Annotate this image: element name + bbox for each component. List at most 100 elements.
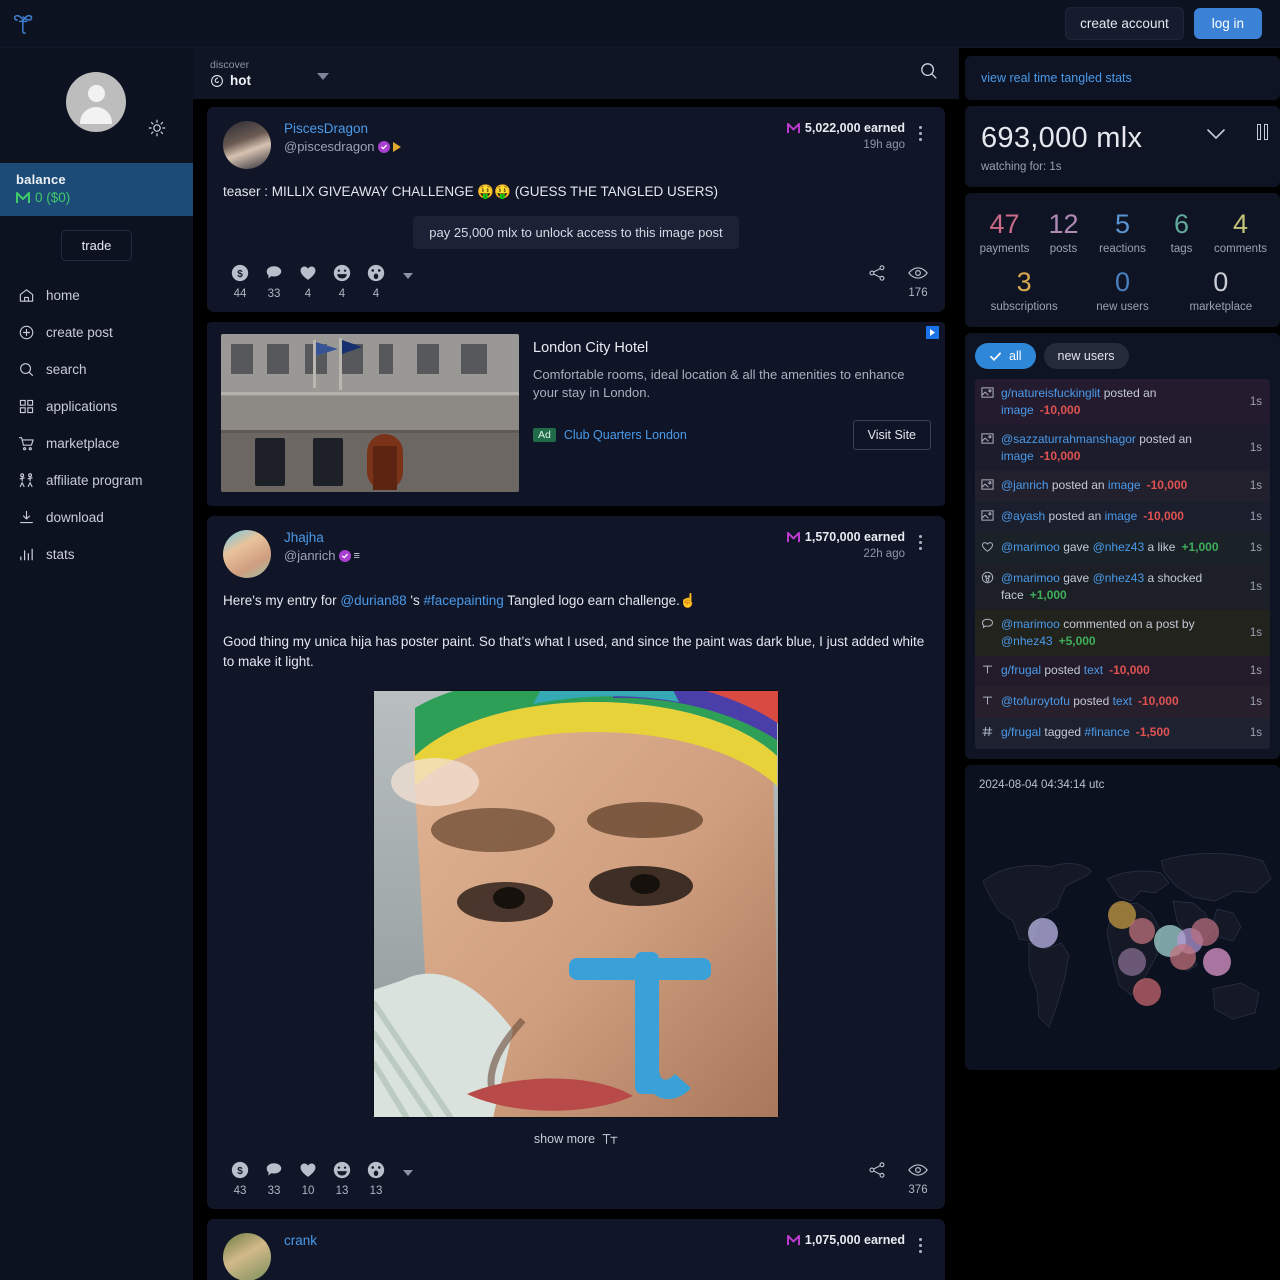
show-more-button[interactable]: show more: [223, 1132, 929, 1146]
activity-subject[interactable]: @marimoo: [1001, 540, 1060, 554]
reaction-grin-button[interactable]: 13: [325, 1160, 359, 1197]
view-count[interactable]: 376: [907, 1160, 929, 1196]
activity-subject[interactable]: @sazzaturrahmanshagor: [1001, 432, 1136, 446]
hashtag-link[interactable]: #facepainting: [423, 593, 503, 608]
sidebar-item-marketplace[interactable]: marketplace: [0, 425, 193, 462]
more-reactions-chevron-icon[interactable]: [403, 273, 413, 279]
share-button[interactable]: [867, 263, 887, 283]
reaction-comment-button[interactable]: 33: [257, 263, 291, 300]
activity-object[interactable]: #finance: [1084, 725, 1129, 739]
activity-subject[interactable]: g/frugal: [1001, 663, 1041, 677]
world-map-svg: [982, 853, 1272, 1028]
stat-label: marketplace: [1189, 301, 1253, 313]
activity-subject[interactable]: g/natureisfuckinglit: [1001, 386, 1100, 400]
activity-subject[interactable]: @marimoo: [1001, 571, 1060, 585]
activity-item[interactable]: @sazzaturrahmanshagor posted an image -10…: [975, 425, 1270, 471]
activity-object[interactable]: @nhez43: [1093, 540, 1145, 554]
activity-item[interactable]: @tofuroytofu posted text -10,000 1s: [975, 687, 1270, 718]
reaction-like-button[interactable]: 4: [291, 263, 325, 300]
view-count[interactable]: 176: [907, 263, 929, 299]
post-options-button[interactable]: [911, 530, 929, 550]
sidebar-item-stats[interactable]: stats: [0, 536, 193, 573]
activity-item[interactable]: @marimoo gave @nhez43 a shocked face +1,0…: [975, 564, 1270, 610]
mention-link[interactable]: @durian88: [340, 593, 406, 608]
avatar[interactable]: [223, 121, 271, 169]
balance-row[interactable]: balance 0 ($0): [0, 163, 193, 216]
create-account-button[interactable]: create account: [1065, 7, 1184, 40]
pause-icon[interactable]: [1257, 124, 1268, 140]
activity-object[interactable]: @nhez43: [1001, 634, 1053, 648]
activity-subject[interactable]: @ayash: [1001, 509, 1045, 523]
post-author-name[interactable]: crank: [284, 1233, 779, 1248]
activity-object[interactable]: image: [1108, 478, 1141, 492]
sidebar-item-affiliate-program[interactable]: affiliate program: [0, 462, 193, 499]
post-author-name[interactable]: PiscesDragon: [284, 121, 779, 136]
post-options-button[interactable]: [911, 1233, 929, 1253]
share-button[interactable]: [867, 1160, 887, 1180]
avatar[interactable]: [223, 530, 271, 578]
activity-item[interactable]: @ayash posted an image -10,000 1s: [975, 502, 1270, 533]
post-earned: 5,022,000 earned: [804, 121, 905, 135]
activity-item[interactable]: g/frugal tagged #finance -1,500 1s: [975, 718, 1270, 749]
activity-object[interactable]: image: [1001, 449, 1034, 463]
reaction-grin-button[interactable]: 4: [325, 263, 359, 300]
ad-image[interactable]: [221, 334, 519, 492]
world-map[interactable]: [965, 809, 1280, 1059]
discover-selector[interactable]: discover hot: [210, 59, 251, 88]
sidebar-item-home[interactable]: home: [0, 277, 193, 314]
reaction-comment-button[interactable]: 33: [257, 1160, 291, 1197]
activity-object[interactable]: image: [1105, 509, 1138, 523]
flame-icon: [211, 74, 223, 87]
activity-object[interactable]: @nhez43: [1093, 571, 1145, 585]
login-button[interactable]: log in: [1193, 8, 1262, 39]
post-author-name[interactable]: Jhajha: [284, 530, 779, 545]
chevron-down-icon[interactable]: [1204, 126, 1228, 147]
avatar[interactable]: [66, 72, 126, 132]
reaction-shocked-button[interactable]: 13: [359, 1160, 393, 1197]
equals-icon: ≡: [353, 549, 360, 562]
sun-icon[interactable]: [147, 118, 167, 138]
reaction-shocked-button[interactable]: 4: [359, 263, 393, 300]
reaction-like-button[interactable]: 10: [291, 1160, 325, 1197]
activity-subject[interactable]: @tofuroytofu: [1001, 694, 1070, 708]
sidebar-item-search[interactable]: search: [0, 351, 193, 388]
stat-label: tags: [1170, 243, 1193, 255]
post-options-button[interactable]: [911, 121, 929, 141]
post-image[interactable]: [373, 690, 779, 1118]
reaction-count: 44: [233, 288, 247, 300]
trade-button[interactable]: trade: [60, 230, 133, 261]
filter-new-users[interactable]: new users: [1043, 343, 1129, 369]
activity-item[interactable]: g/natureisfuckinglit posted an image -10,…: [975, 379, 1270, 425]
activity-object[interactable]: text: [1113, 694, 1132, 708]
activity-subject[interactable]: g/frugal: [1001, 725, 1041, 739]
activity-subject[interactable]: @marimoo: [1001, 617, 1060, 631]
activity-item[interactable]: @janrich posted an image -10,000 1s: [975, 471, 1270, 502]
activity-verb: posted: [1041, 663, 1084, 677]
avatar[interactable]: [223, 1233, 271, 1280]
ad-advertiser-link[interactable]: Club Quarters London: [564, 428, 687, 442]
sidebar-item-create-post[interactable]: create post: [0, 314, 193, 351]
tangled-logo[interactable]: [0, 11, 48, 37]
sidebar-item-download[interactable]: download: [0, 499, 193, 536]
sidebar-item-applications[interactable]: applications: [0, 388, 193, 425]
activity-item[interactable]: g/frugal posted text -10,000 1s: [975, 656, 1270, 687]
reaction-tip-button[interactable]: $ 43: [223, 1160, 257, 1197]
more-reactions-chevron-icon[interactable]: [403, 1170, 413, 1176]
post-author-handle[interactable]: @janrich: [284, 548, 336, 563]
filter-all[interactable]: all: [975, 343, 1036, 369]
activity-subject[interactable]: @janrich: [1001, 478, 1049, 492]
paywall-unlock-button[interactable]: pay 25,000 mlx to unlock access to this …: [413, 216, 739, 249]
adchoices-icon[interactable]: [926, 326, 939, 339]
post-author-handle[interactable]: @piscesdragon: [284, 139, 375, 154]
reaction-tip-button[interactable]: $ 44: [223, 263, 257, 300]
realtime-stats-link[interactable]: view real time tangled stats: [981, 71, 1132, 85]
activity-object[interactable]: text: [1084, 663, 1103, 677]
activity-item[interactable]: @marimoo gave @nhez43 a like +1,000 1s: [975, 533, 1270, 564]
chevron-down-icon[interactable]: [317, 73, 329, 80]
reaction-count: 13: [335, 1185, 349, 1197]
ad-title[interactable]: London City Hotel: [533, 340, 931, 356]
activity-item[interactable]: @marimoo commented on a post by @nhez43 +…: [975, 610, 1270, 656]
search-icon[interactable]: [919, 61, 939, 86]
visit-site-button[interactable]: Visit Site: [852, 420, 931, 450]
activity-object[interactable]: image: [1001, 403, 1034, 417]
